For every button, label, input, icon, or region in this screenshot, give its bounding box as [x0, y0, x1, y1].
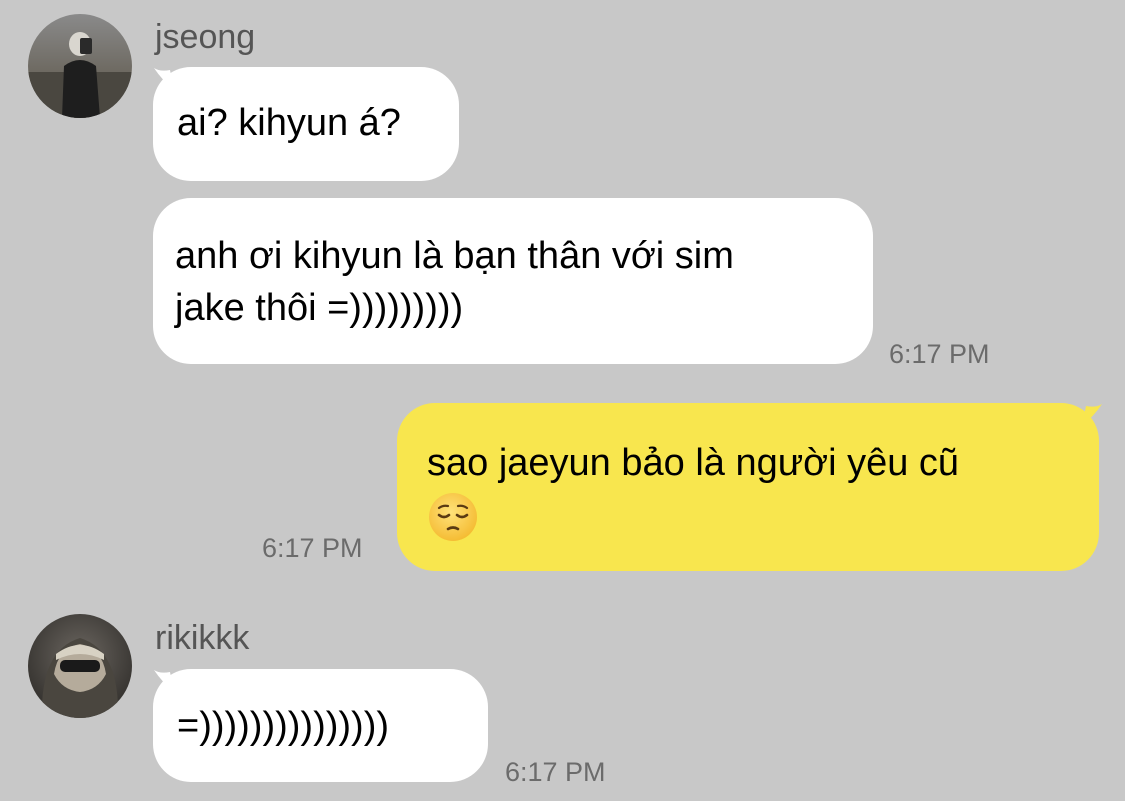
message-timestamp: 6:17 PM: [889, 339, 990, 369]
message-text-line: jake thôi =))))))))): [175, 287, 464, 329]
sender-name: rikikkk: [155, 619, 250, 657]
user-avatar-icon: [28, 14, 132, 118]
avatar-jseong[interactable]: [28, 14, 132, 118]
bubble-tail: [1082, 404, 1102, 426]
message-bubble[interactable]: anh ơi kihyun là bạn thân với sim jake t…: [153, 198, 873, 364]
avatar-rikikkk[interactable]: [28, 614, 132, 718]
bubble-tail: [154, 68, 174, 90]
message-text-line: anh ơi kihyun là bạn thân với sim: [175, 235, 734, 277]
message-timestamp: 6:17 PM: [505, 757, 606, 787]
message-bubble[interactable]: =))))))))))))))): [153, 669, 488, 782]
outgoing-message-bubble[interactable]: sao jaeyun bảo là người yêu cũ: [397, 403, 1099, 571]
message-text: ai? kihyun á?: [177, 102, 401, 144]
message-bubble[interactable]: ai? kihyun á?: [153, 67, 459, 181]
pensive-face-icon: [429, 492, 477, 541]
message-text: sao jaeyun bảo là người yêu cũ: [427, 442, 960, 484]
bubble-tail: [154, 670, 174, 692]
user-avatar-icon: [28, 614, 132, 718]
message-timestamp: 6:17 PM: [262, 533, 363, 563]
sender-name: jseong: [155, 18, 256, 56]
message-emoji-line: [427, 489, 1069, 543]
message-text: =))))))))))))))): [177, 705, 390, 747]
